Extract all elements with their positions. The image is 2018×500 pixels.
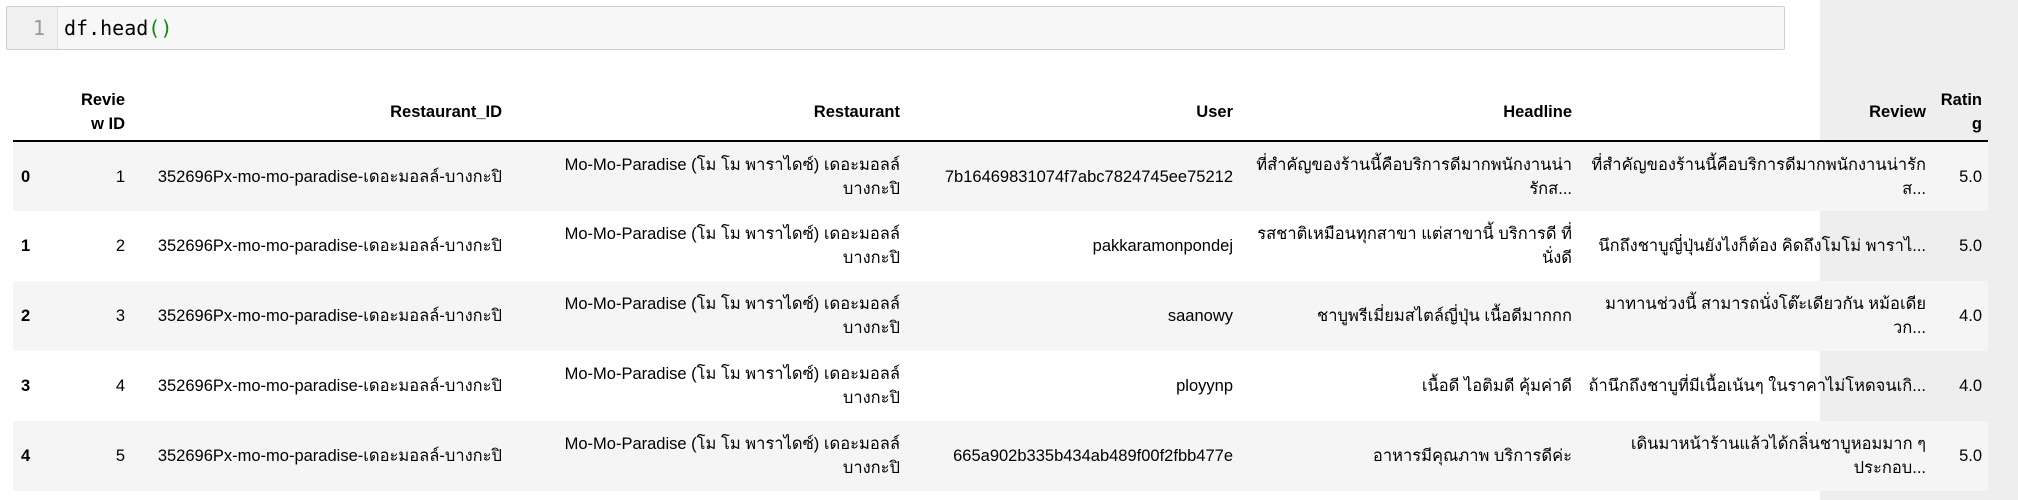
code-text: df.head xyxy=(64,16,149,40)
review-id-cell: 4 xyxy=(115,377,125,395)
review-cell: เดินมาหน้าร้านแล้วได้กลิ่นชาบูหอมมาก ๆ ป… xyxy=(1630,435,1926,477)
restaurant-cell: Mo-Mo-Paradise (โม โม พาราไดซ์) เดอะมอลล… xyxy=(564,155,900,198)
index-header xyxy=(13,84,63,142)
column-header: Rating xyxy=(1932,84,1988,142)
code-cell[interactable]: 1 df.head() xyxy=(6,6,1785,50)
row-index: 3 xyxy=(21,377,31,395)
column-header: Headline xyxy=(1239,84,1578,142)
user-cell: saanowy xyxy=(1167,307,1233,325)
column-header: Restaurant xyxy=(508,84,906,142)
review-cell: ที่สำคัญของร้านนี้คือบริการดีมากพนักงานน… xyxy=(1591,155,1926,198)
dataframe-table: Review ID Restaurant_ID Restaurant User … xyxy=(13,84,1988,491)
restaurant-id-cell: 352696Px-mo-mo-paradise-เดอะมอลล์-บางกะป… xyxy=(157,307,502,325)
headline-cell: อาหารมีคุณภาพ บริการดีค่ะ xyxy=(1372,447,1572,465)
review-id-cell: 5 xyxy=(115,447,125,465)
row-index: 0 xyxy=(21,167,31,186)
table-row: 0 1 352696Px-mo-mo-paradise-เดอะมอลล์-บา… xyxy=(13,141,1988,211)
rating-cell: 5.0 xyxy=(1959,447,1982,465)
user-cell: 7b16469831074f7abc7824745ee75212 xyxy=(944,167,1233,186)
table-row: 1 2 352696Px-mo-mo-paradise-เดอะมอลล์-บา… xyxy=(13,211,1988,281)
code-editor[interactable]: df.head() xyxy=(64,16,172,40)
user-cell: pakkaramonpondej xyxy=(1092,237,1233,255)
restaurant-id-cell: 352696Px-mo-mo-paradise-เดอะมอลล์-บางกะป… xyxy=(157,237,502,255)
user-cell: ployynp xyxy=(1176,377,1233,395)
headline-cell: ที่สำคัญของร้านนี้คือบริการดีมากพนักงานน… xyxy=(1256,155,1572,198)
user-cell: 665a902b335b434ab489f00f2fbb477e xyxy=(953,447,1233,465)
table-row: 3 4 352696Px-mo-mo-paradise-เดอะมอลล์-บา… xyxy=(13,351,1988,421)
headline-cell: รสชาติเหมือนทุกสาขา แต่สาขานี้ บริการดี … xyxy=(1257,225,1572,267)
header-row: Review ID Restaurant_ID Restaurant User … xyxy=(13,84,1988,142)
column-header: Review ID xyxy=(63,84,131,142)
restaurant-id-cell: 352696Px-mo-mo-paradise-เดอะมอลล์-บางกะป… xyxy=(157,447,502,465)
row-index: 1 xyxy=(21,237,31,255)
review-id-cell: 1 xyxy=(115,167,125,186)
restaurant-cell: Mo-Mo-Paradise (โม โม พาราไดซ์) เดอะมอลล… xyxy=(564,295,900,337)
headline-cell: เนื้อดี ไอติมดี คุ้มค่าดี xyxy=(1421,377,1572,395)
rating-cell: 4.0 xyxy=(1959,307,1982,325)
rating-cell: 5.0 xyxy=(1959,237,1982,255)
rating-cell: 5.0 xyxy=(1959,167,1982,186)
column-header: Review xyxy=(1578,84,1932,142)
restaurant-cell: Mo-Mo-Paradise (โม โม พาราไดซ์) เดอะมอลล… xyxy=(564,225,900,267)
dataframe-output: Review ID Restaurant_ID Restaurant User … xyxy=(13,84,1988,496)
review-id-cell: 2 xyxy=(115,237,125,255)
column-header: User xyxy=(906,84,1239,142)
line-number: 1 xyxy=(32,16,45,40)
rating-cell: 4.0 xyxy=(1959,377,1982,395)
review-cell: มาทานช่วงนี้ สามารถนั่งโต๊ะเดียวกัน หม้อ… xyxy=(1605,295,1926,337)
review-cell: ถ้านึกถึงชาบูที่มีเนื้อเน้นๆ ในราคาไม่โห… xyxy=(1588,377,1926,395)
review-id-cell: 3 xyxy=(115,307,125,325)
restaurant-cell: Mo-Mo-Paradise (โม โม พาราไดซ์) เดอะมอลล… xyxy=(564,365,900,407)
review-cell: นึกถึงชาบูญี่ปุ่นยังไงก็ต้อง คิดถึงโมโม่… xyxy=(1598,237,1926,255)
row-index: 4 xyxy=(21,447,31,465)
code-parens: () xyxy=(148,16,173,40)
restaurant-id-cell: 352696Px-mo-mo-paradise-เดอะมอลล์-บางกะป… xyxy=(157,167,502,186)
line-number-gutter: 1 xyxy=(7,7,58,49)
row-index: 2 xyxy=(21,307,31,325)
headline-cell: ชาบูพรีเมี่ยมสไตล์ญี่ปุ่น เนื้อดีมากกก xyxy=(1317,307,1572,325)
restaurant-id-cell: 352696Px-mo-mo-paradise-เดอะมอลล์-บางกะป… xyxy=(157,377,502,395)
column-header: Restaurant_ID xyxy=(131,84,508,142)
table-row: 4 5 352696Px-mo-mo-paradise-เดอะมอลล์-บา… xyxy=(13,421,1988,491)
table-row: 2 3 352696Px-mo-mo-paradise-เดอะมอลล์-บา… xyxy=(13,281,1988,351)
restaurant-cell: Mo-Mo-Paradise (โม โม พาราไดซ์) เดอะมอลล… xyxy=(564,435,900,477)
